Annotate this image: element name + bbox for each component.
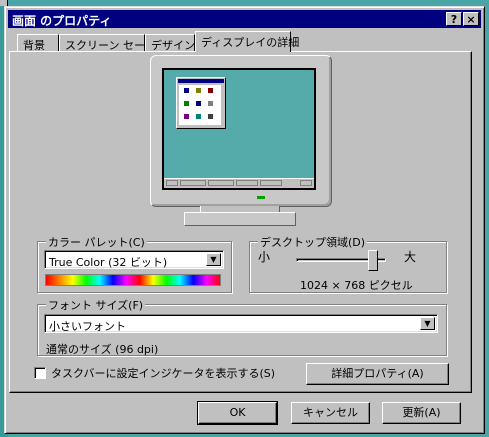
help-icon[interactable]: ? — [446, 12, 462, 26]
cancel-button[interactable]: キャンセル — [291, 402, 370, 424]
settings-panel — [9, 51, 472, 393]
tab-screensaver[interactable]: スクリーン セーバー — [59, 34, 167, 52]
title-bar[interactable]: 画面 のプロパティ ? × — [8, 10, 481, 28]
tab-background[interactable]: 背景 — [17, 34, 59, 52]
tab-appearance[interactable]: デザイン — [145, 34, 195, 52]
tab-settings[interactable]: ディスプレイの詳細 — [195, 31, 299, 52]
apply-button[interactable]: 更新(A) — [382, 402, 461, 424]
ok-button[interactable]: OK — [197, 401, 278, 425]
window-title: 画面 のプロパティ — [12, 14, 112, 28]
close-icon[interactable]: × — [463, 12, 479, 26]
